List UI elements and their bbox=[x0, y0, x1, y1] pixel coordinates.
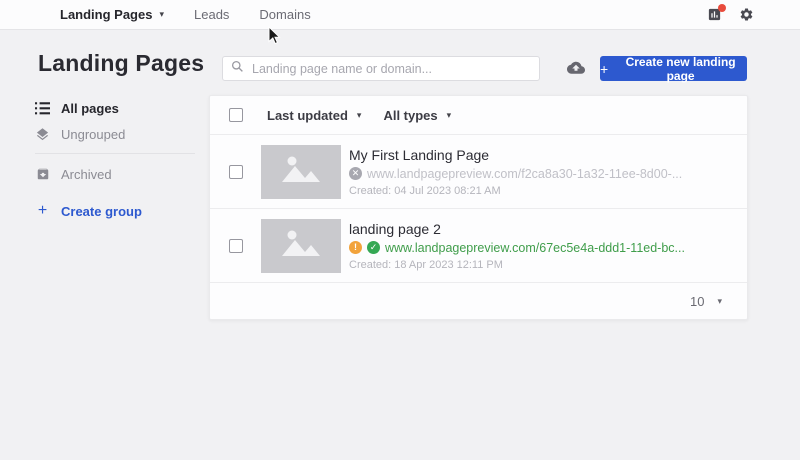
sidebar-item-ungrouped[interactable]: Ungrouped bbox=[35, 121, 195, 147]
page-title: Landing Pages bbox=[38, 50, 204, 77]
type-filter-label: All types bbox=[383, 108, 437, 123]
type-filter-dropdown[interactable]: All types ▾ bbox=[383, 108, 451, 123]
import-button[interactable] bbox=[567, 60, 585, 76]
url-line: ! ✓ www.landpagepreview.com/67ec5e4a-ddd… bbox=[349, 241, 685, 255]
sort-filter-dropdown[interactable]: Last updated ▾ bbox=[267, 108, 361, 123]
reports-button[interactable] bbox=[706, 7, 722, 23]
create-button-label: Create new landing page bbox=[614, 55, 747, 83]
landing-page-url-link[interactable]: www.landpagepreview.com/67ec5e4a-ddd1-11… bbox=[385, 241, 685, 255]
row-checkbox[interactable] bbox=[229, 165, 243, 179]
landing-page-row: My First Landing Page ✕ www.landpageprev… bbox=[210, 134, 747, 208]
sidebar-divider bbox=[35, 153, 195, 154]
row-info: landing page 2 ! ✓ www.landpagepreview.c… bbox=[349, 221, 685, 271]
nav-landing-pages-menu[interactable]: Landing Pages ▾ bbox=[60, 7, 164, 22]
cloud-upload-icon bbox=[567, 61, 585, 78]
search-input[interactable] bbox=[252, 62, 531, 76]
image-placeholder-icon bbox=[278, 152, 324, 191]
sort-filter-label: Last updated bbox=[267, 108, 348, 123]
search-icon bbox=[231, 60, 244, 78]
nav-item-leads[interactable]: Leads bbox=[194, 7, 229, 22]
notification-dot bbox=[718, 4, 726, 12]
chevron-down-icon: ▾ bbox=[159, 10, 164, 19]
sidebar-item-label: Ungrouped bbox=[61, 127, 125, 142]
sidebar-item-label: Archived bbox=[61, 167, 112, 182]
landing-pages-list-card: Last updated ▾ All types ▾ My First Land… bbox=[209, 95, 748, 320]
sidebar: All pages Ungrouped Archived + Create gr… bbox=[35, 95, 195, 224]
archive-icon bbox=[35, 167, 50, 182]
settings-button[interactable] bbox=[738, 7, 754, 23]
search-box bbox=[222, 56, 540, 81]
sidebar-item-all-pages[interactable]: All pages bbox=[35, 95, 195, 121]
chevron-down-icon: ▾ bbox=[447, 111, 452, 120]
top-nav-right bbox=[706, 7, 754, 23]
sidebar-item-archived[interactable]: Archived bbox=[35, 161, 195, 187]
unpublished-status-icon: ✕ bbox=[349, 167, 362, 180]
landing-page-thumbnail[interactable] bbox=[261, 145, 341, 199]
create-group-label: Create group bbox=[61, 204, 142, 219]
published-status-icon: ✓ bbox=[367, 241, 380, 254]
landing-page-thumbnail[interactable] bbox=[261, 219, 341, 273]
nav-item-domains[interactable]: Domains bbox=[259, 7, 310, 22]
page-size-dropdown[interactable]: 10 ▾ bbox=[690, 294, 722, 309]
plus-icon: + bbox=[600, 62, 608, 76]
list-footer: 10 ▾ bbox=[210, 282, 747, 319]
page-size-value: 10 bbox=[690, 294, 704, 309]
url-line: ✕ www.landpagepreview.com/f2ca8a30-1a32-… bbox=[349, 167, 682, 181]
sidebar-item-label: All pages bbox=[61, 101, 119, 116]
pending-status-icon: ! bbox=[349, 241, 362, 254]
chevron-down-icon: ▾ bbox=[357, 111, 362, 120]
create-group-button[interactable]: + Create group bbox=[35, 198, 195, 224]
landing-page-row: landing page 2 ! ✓ www.landpagepreview.c… bbox=[210, 208, 747, 282]
list-toolbar: Last updated ▾ All types ▾ bbox=[210, 96, 747, 134]
created-date: Created: 18 Apr 2023 12:11 PM bbox=[349, 259, 685, 271]
landing-page-url: www.landpagepreview.com/f2ca8a30-1a32-11… bbox=[367, 167, 682, 181]
create-new-landing-page-button[interactable]: + Create new landing page bbox=[600, 56, 747, 81]
top-nav: Landing Pages ▾ Leads Domains bbox=[0, 0, 800, 30]
chevron-down-icon: ▾ bbox=[717, 297, 722, 306]
list-icon bbox=[35, 101, 50, 116]
created-date: Created: 04 Jul 2023 08:21 AM bbox=[349, 185, 682, 197]
plus-icon: + bbox=[35, 202, 50, 220]
landing-page-title[interactable]: My First Landing Page bbox=[349, 147, 682, 163]
image-placeholder-icon bbox=[278, 226, 324, 265]
gear-icon bbox=[739, 7, 754, 22]
select-all-checkbox[interactable] bbox=[229, 108, 243, 122]
row-info: My First Landing Page ✕ www.landpageprev… bbox=[349, 147, 682, 197]
top-nav-left: Landing Pages ▾ Leads Domains bbox=[60, 7, 311, 22]
row-checkbox[interactable] bbox=[229, 239, 243, 253]
landing-page-title[interactable]: landing page 2 bbox=[349, 221, 685, 237]
layers-icon bbox=[35, 127, 50, 142]
nav-landing-pages-label: Landing Pages bbox=[60, 7, 152, 22]
